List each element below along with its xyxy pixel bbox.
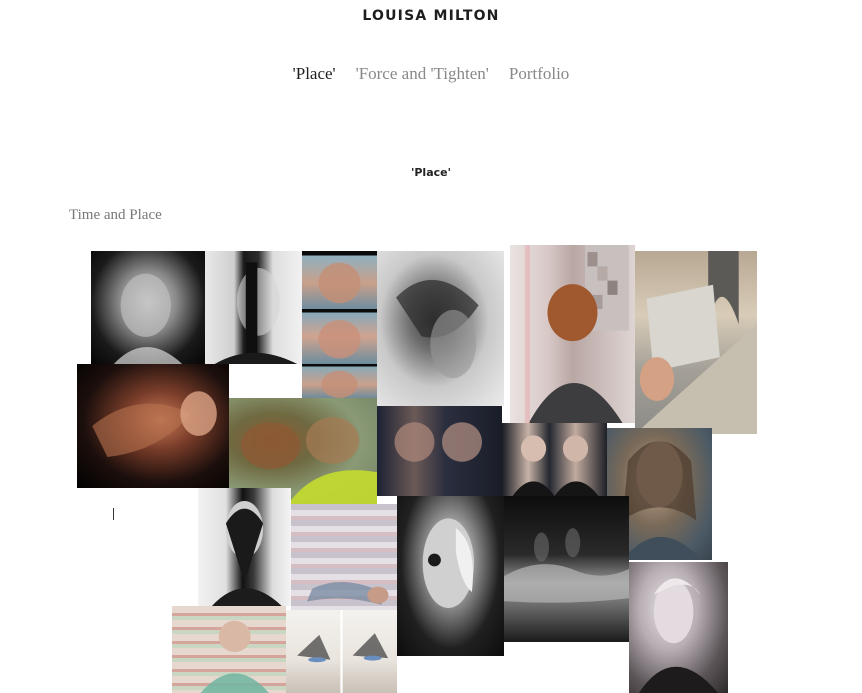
striped-seated-woman-photo[interactable]	[172, 606, 286, 693]
long-exposure-figures-photo[interactable]	[504, 496, 629, 642]
portrait-smudged-face-photo[interactable]	[91, 251, 205, 364]
two-faces-blur-photo[interactable]	[377, 406, 502, 496]
portrait-hair-over-face-photo[interactable]	[205, 251, 302, 364]
twin-portraits-photo[interactable]	[502, 423, 607, 496]
photo-collage	[0, 0, 862, 693]
dancers-sequence-photo[interactable]	[286, 610, 397, 693]
hand-over-face-portrait-photo[interactable]	[397, 496, 504, 656]
pixelated-head-back-photo[interactable]	[510, 245, 635, 423]
hands-over-face-sequence-photo[interactable]	[302, 309, 377, 364]
split-face-portrait-photo[interactable]	[198, 488, 291, 606]
vintage-woman-portrait-photo[interactable]	[629, 562, 728, 693]
blurred-hair-motion-photo[interactable]	[377, 251, 504, 406]
striped-reclining-figure-photo[interactable]	[291, 504, 397, 610]
staircase-postcard-photo[interactable]	[635, 251, 757, 434]
motion-blur-profile-photo[interactable]	[77, 364, 229, 488]
hands-over-face-sequence-photo[interactable]	[302, 251, 377, 309]
hands-over-face-sequence-photo[interactable]	[302, 364, 377, 398]
